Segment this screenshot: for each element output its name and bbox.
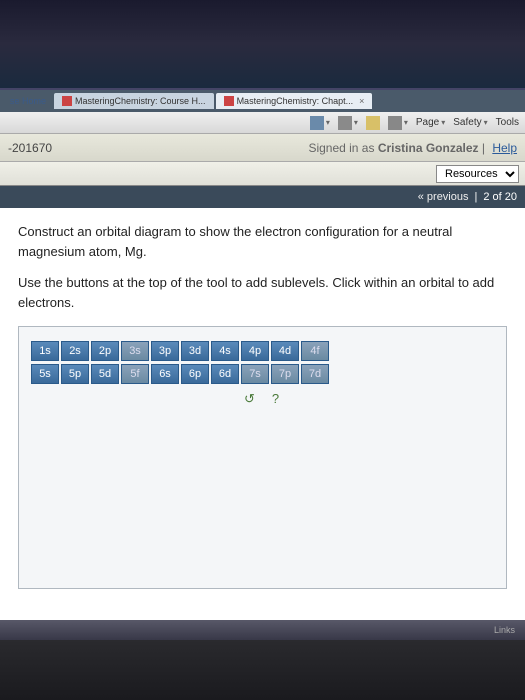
sublevel-7s[interactable]: 7s — [241, 364, 269, 384]
rss-icon — [338, 116, 352, 130]
sublevel-2p[interactable]: 2p — [91, 341, 119, 361]
sublevel-4p[interactable]: 4p — [241, 341, 269, 361]
chevron-down-icon: ▾ — [404, 118, 408, 127]
browser-tabs: se Home MasteringChemistry: Course H... … — [0, 90, 525, 112]
sublevel-1s[interactable]: 1s — [31, 341, 59, 361]
sublevel-5s[interactable]: 5s — [31, 364, 59, 384]
instruction-text: Use the buttons at the top of the tool t… — [18, 273, 507, 312]
home-button[interactable]: ▾ — [310, 116, 330, 130]
sublevel-6p[interactable]: 6p — [181, 364, 209, 384]
chevron-down-icon: ▾ — [326, 118, 330, 127]
sublevel-3d[interactable]: 3d — [181, 341, 209, 361]
course-id: -201670 — [8, 141, 52, 155]
reset-icon[interactable]: ↺ — [241, 390, 259, 408]
sublevel-5f[interactable]: 5f — [121, 364, 149, 384]
nav-sep: | — [475, 191, 478, 203]
page-header: -201670 Signed in as Cristina Gonzalez |… — [0, 134, 525, 162]
site-icon — [224, 96, 234, 106]
ie-command-bar: ▾ ▾ ▾ Page▾ Safety▾ Tools — [0, 112, 525, 134]
question-text: Construct an orbital diagram to show the… — [18, 222, 507, 261]
tool-icons: ↺ ? — [31, 390, 494, 408]
chevron-down-icon: ▾ — [354, 118, 358, 127]
signed-in-text: Signed in as Cristina Gonzalez | Help — [308, 141, 517, 155]
previous-link[interactable]: « previous — [418, 191, 469, 203]
close-icon[interactable]: × — [359, 96, 364, 106]
status-bar: Links — [0, 620, 525, 640]
safety-menu[interactable]: Safety▾ — [453, 117, 487, 128]
sublevel-7d[interactable]: 7d — [301, 364, 329, 384]
sublevel-5p[interactable]: 5p — [61, 364, 89, 384]
sublevel-3p[interactable]: 3p — [151, 341, 179, 361]
content-area: Construct an orbital diagram to show the… — [0, 208, 525, 603]
home-icon — [310, 116, 324, 130]
links-label[interactable]: Links — [494, 625, 515, 635]
sublevel-6d[interactable]: 6d — [211, 364, 239, 384]
feeds-button[interactable]: ▾ — [338, 116, 358, 130]
site-icon — [62, 96, 72, 106]
sublevel-5d[interactable]: 5d — [91, 364, 119, 384]
tools-menu[interactable]: Tools — [496, 117, 519, 128]
tab-label: MasteringChemistry: Chapt... — [237, 96, 354, 106]
sublevel-2s[interactable]: 2s — [61, 341, 89, 361]
sublevel-row-1: 1s 2s 2p 3s 3p 3d 4s 4p 4d 4f — [31, 341, 494, 361]
tab-chapter[interactable]: MasteringChemistry: Chapt... × — [216, 93, 373, 109]
sublevel-6s[interactable]: 6s — [151, 364, 179, 384]
tab-label: MasteringChemistry: Course H... — [75, 96, 206, 106]
page-menu[interactable]: Page▾ — [416, 117, 445, 128]
tab-course-home[interactable]: MasteringChemistry: Course H... — [54, 93, 214, 109]
sublevel-4f[interactable]: 4f — [301, 341, 329, 361]
help-icon[interactable]: ? — [267, 390, 285, 408]
orbital-tool: 1s 2s 2p 3s 3p 3d 4s 4p 4d 4f 5s 5p 5d 5… — [18, 326, 507, 589]
resources-select[interactable]: Resources — [436, 165, 519, 183]
sublevel-4d[interactable]: 4d — [271, 341, 299, 361]
sublevel-3s[interactable]: 3s — [121, 341, 149, 361]
print-button[interactable]: ▾ — [388, 116, 408, 130]
home-tab-link[interactable]: se Home — [4, 93, 52, 109]
resources-row: Resources — [0, 162, 525, 186]
help-link[interactable]: Help — [492, 141, 517, 155]
mail-icon — [366, 116, 380, 130]
sublevel-4s[interactable]: 4s — [211, 341, 239, 361]
print-icon — [388, 116, 402, 130]
header-sep: | — [482, 141, 488, 155]
sublevel-7p[interactable]: 7p — [271, 364, 299, 384]
mail-button[interactable] — [366, 116, 380, 130]
item-nav: « previous | 2 of 20 — [0, 186, 525, 208]
nav-position: 2 of 20 — [483, 191, 517, 203]
sublevel-row-2: 5s 5p 5d 5f 6s 6p 6d 7s 7p 7d — [31, 364, 494, 384]
